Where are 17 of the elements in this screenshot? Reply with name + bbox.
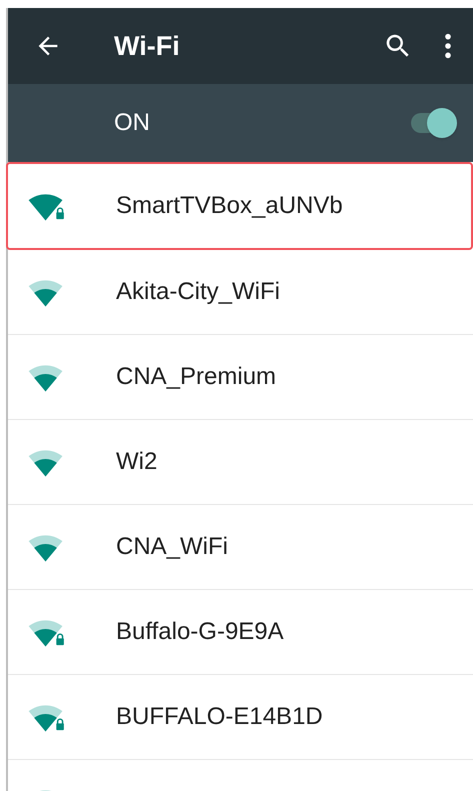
switch-label: ON	[114, 108, 151, 138]
network-row[interactable]: CNA_Premium	[8, 335, 473, 420]
network-row[interactable]: Wi2	[8, 420, 473, 505]
network-name: CNA_Premium	[116, 362, 276, 392]
network-name: Akita-City_WiFi	[116, 277, 280, 307]
network-name: Wi2	[116, 447, 158, 477]
network-name: BUFFALO-E14B1D	[116, 702, 323, 732]
network-name: SmartTVBox_aUNVb	[116, 191, 343, 221]
network-row[interactable]: SmartTVBox_aUNVb	[6, 162, 473, 250]
network-row[interactable]: Buffalo-G-9E9A	[8, 590, 473, 675]
more-options-icon	[444, 32, 452, 60]
network-name: Buffalo-G-9E9A	[116, 617, 284, 647]
network-name: CNA_WiFi	[116, 532, 228, 562]
network-row[interactable]: CNA_WiFi	[8, 505, 473, 590]
network-row[interactable]: Akita-City_WiFi	[8, 250, 473, 335]
toolbar-title: Wi-Fi	[114, 30, 181, 63]
network-row[interactable]: BUFFALO-E14B1D	[8, 675, 473, 760]
